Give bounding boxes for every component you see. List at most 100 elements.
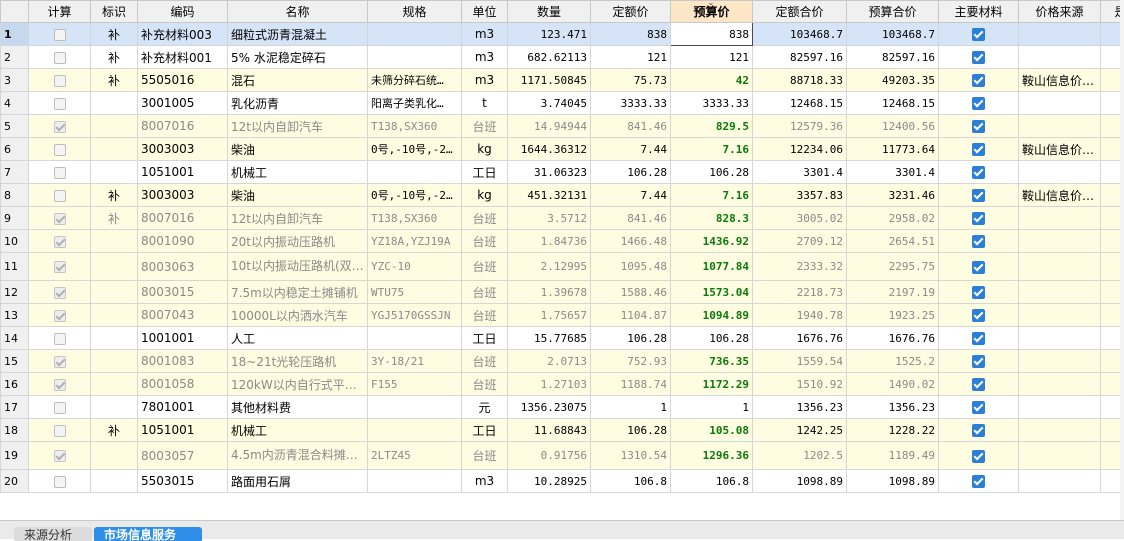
price-source-cell[interactable]: [1019, 207, 1101, 230]
qty-cell[interactable]: 123.471: [508, 23, 591, 46]
budget-total-cell[interactable]: 1228.22: [847, 419, 939, 442]
budget-total-cell[interactable]: 1490.02: [847, 373, 939, 396]
flag-cell[interactable]: 补: [91, 69, 138, 92]
name-cell[interactable]: 5% 水泥稳定碎石: [228, 46, 368, 69]
main-material-checkbox[interactable]: [972, 74, 985, 87]
qty-cell[interactable]: 1356.23075: [508, 396, 591, 419]
calc-checkbox[interactable]: [54, 402, 66, 414]
main-material-cell[interactable]: [939, 115, 1019, 138]
main-material-checkbox[interactable]: [972, 261, 985, 274]
table-row[interactable]: 5800701612t以内自卸汽车T138,SX360台班14.94944841…: [1, 115, 1124, 138]
price-source-cell[interactable]: 鞍山信息价…: [1019, 184, 1101, 207]
price-source-cell[interactable]: 鞍山信息价…: [1019, 69, 1101, 92]
qty-cell[interactable]: 2.12995: [508, 253, 591, 281]
price-source-cell[interactable]: [1019, 253, 1101, 281]
table-row[interactable]: 1补补充材料003细粒式沥青混凝土m3123.471838838103468.7…: [1, 23, 1124, 46]
header-budget-price[interactable]: ⌄预算价: [671, 1, 753, 23]
main-material-cell[interactable]: [939, 396, 1019, 419]
header-quota-price[interactable]: 定额价: [591, 1, 671, 23]
spec-cell[interactable]: YGJ5170GSSJN: [368, 304, 462, 327]
main-material-checkbox[interactable]: [972, 28, 985, 41]
calc-checkbox-cell[interactable]: [29, 46, 91, 69]
price-source-cell[interactable]: [1019, 281, 1101, 304]
calc-checkbox-cell[interactable]: [29, 23, 91, 46]
spec-cell[interactable]: [368, 161, 462, 184]
spec-cell[interactable]: WTU75: [368, 281, 462, 304]
unit-cell[interactable]: 台班: [462, 253, 508, 281]
table-row[interactable]: 9补800701612t以内自卸汽车T138,SX360台班3.5712841.…: [1, 207, 1124, 230]
quota-total-cell[interactable]: 12468.15: [753, 92, 847, 115]
code-cell[interactable]: 8007016: [138, 115, 228, 138]
budget-total-cell[interactable]: 12400.56: [847, 115, 939, 138]
budget-total-cell[interactable]: 3301.4: [847, 161, 939, 184]
code-cell[interactable]: 8001058: [138, 373, 228, 396]
main-material-checkbox[interactable]: [972, 212, 985, 225]
name-cell[interactable]: 人工: [228, 327, 368, 350]
table-row[interactable]: 205503015路面用石屑m310.28925106.8106.81098.8…: [1, 470, 1124, 493]
table-row[interactable]: 11800306310t以内振动压路机(双钢轮)YZC-10台班2.129951…: [1, 253, 1124, 281]
main-material-checkbox[interactable]: [972, 189, 985, 202]
calc-checkbox[interactable]: [54, 261, 66, 273]
price-source-cell[interactable]: 鞍山信息价…: [1019, 138, 1101, 161]
quota-total-cell[interactable]: 1202.5: [753, 442, 847, 470]
main-material-cell[interactable]: [939, 350, 1019, 373]
main-material-checkbox[interactable]: [972, 166, 985, 179]
name-cell[interactable]: 12t以内自卸汽车: [228, 115, 368, 138]
unit-cell[interactable]: 台班: [462, 115, 508, 138]
main-material-cell[interactable]: [939, 373, 1019, 396]
qty-cell[interactable]: 10.28925: [508, 470, 591, 493]
main-material-cell[interactable]: [939, 230, 1019, 253]
budget-total-cell[interactable]: 2654.51: [847, 230, 939, 253]
calc-checkbox[interactable]: [54, 476, 66, 488]
main-material-cell[interactable]: [939, 92, 1019, 115]
header-flag[interactable]: 标识: [91, 1, 138, 23]
qty-cell[interactable]: 1171.50845: [508, 69, 591, 92]
code-cell[interactable]: 3001005: [138, 92, 228, 115]
price-source-cell[interactable]: [1019, 46, 1101, 69]
budget-price-cell[interactable]: 106.8: [671, 470, 753, 493]
header-spec[interactable]: 规格: [368, 1, 462, 23]
calc-checkbox-cell[interactable]: [29, 327, 91, 350]
budget-price-cell[interactable]: 7.16: [671, 138, 753, 161]
spec-cell[interactable]: [368, 23, 462, 46]
main-material-checkbox[interactable]: [972, 120, 985, 133]
quota-price-cell[interactable]: 106.28: [591, 327, 671, 350]
main-material-checkbox[interactable]: [972, 332, 985, 345]
price-source-cell[interactable]: [1019, 115, 1101, 138]
quota-total-cell[interactable]: 88718.33: [753, 69, 847, 92]
flag-cell[interactable]: [91, 350, 138, 373]
calc-checkbox[interactable]: [54, 356, 66, 368]
unit-cell[interactable]: kg: [462, 138, 508, 161]
code-cell[interactable]: 8001090: [138, 230, 228, 253]
budget-price-cell[interactable]: 121: [671, 46, 753, 69]
calc-checkbox[interactable]: [54, 190, 66, 202]
name-cell[interactable]: 柴油: [228, 184, 368, 207]
unit-cell[interactable]: kg: [462, 184, 508, 207]
quota-price-cell[interactable]: 7.44: [591, 184, 671, 207]
spec-cell[interactable]: T138,SX360: [368, 207, 462, 230]
calc-checkbox-cell[interactable]: [29, 207, 91, 230]
calc-checkbox[interactable]: [54, 333, 66, 345]
calc-checkbox[interactable]: [54, 167, 66, 179]
unit-cell[interactable]: t: [462, 92, 508, 115]
quota-price-cell[interactable]: 106.8: [591, 470, 671, 493]
flag-cell[interactable]: [91, 115, 138, 138]
spec-cell[interactable]: YZC-10: [368, 253, 462, 281]
calc-checkbox-cell[interactable]: [29, 396, 91, 419]
budget-price-cell[interactable]: 105.08: [671, 419, 753, 442]
name-cell[interactable]: 120kW以内自行式平地机: [228, 373, 368, 396]
budget-total-cell[interactable]: 1189.49: [847, 442, 939, 470]
code-cell[interactable]: 7801001: [138, 396, 228, 419]
spec-cell[interactable]: 阳离子类乳化…: [368, 92, 462, 115]
quota-price-cell[interactable]: 1: [591, 396, 671, 419]
main-material-cell[interactable]: [939, 304, 1019, 327]
qty-cell[interactable]: 451.32131: [508, 184, 591, 207]
quota-price-cell[interactable]: 752.93: [591, 350, 671, 373]
budget-total-cell[interactable]: 2197.19: [847, 281, 939, 304]
budget-total-cell[interactable]: 82597.16: [847, 46, 939, 69]
quota-total-cell[interactable]: 12579.36: [753, 115, 847, 138]
quota-total-cell[interactable]: 3357.83: [753, 184, 847, 207]
quota-price-cell[interactable]: 1095.48: [591, 253, 671, 281]
quota-price-cell[interactable]: 1310.54: [591, 442, 671, 470]
tab-source-analysis[interactable]: 来源分析: [14, 527, 92, 541]
